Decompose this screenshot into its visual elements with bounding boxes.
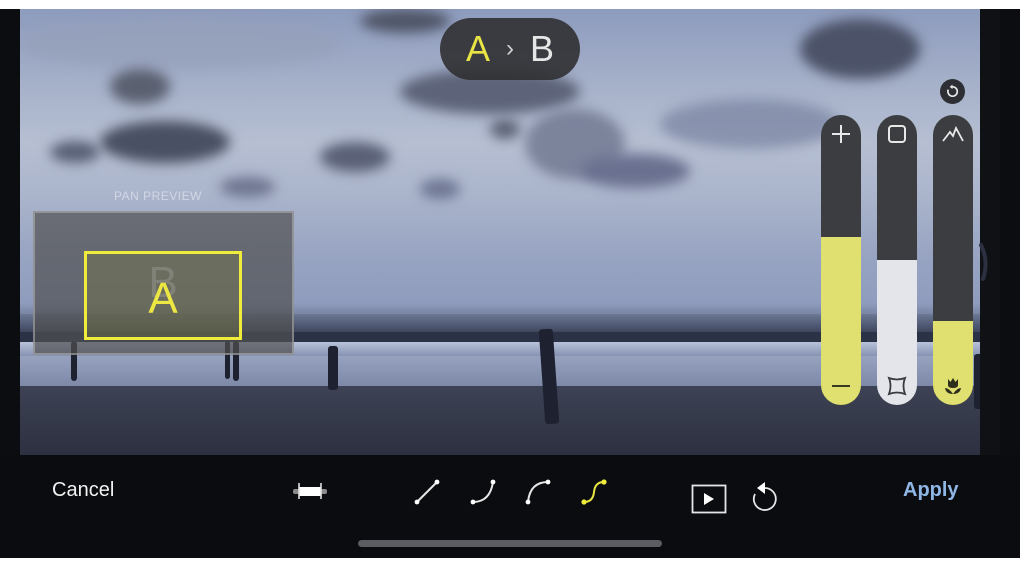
home-indicator[interactable] xyxy=(358,540,662,547)
curve-ease-in-out-button[interactable] xyxy=(577,475,611,509)
macro-flower-icon xyxy=(933,375,973,399)
cloud xyxy=(20,19,340,69)
cloud xyxy=(110,69,170,104)
curve-linear-button[interactable] xyxy=(410,475,444,509)
ease-in-curve-icon xyxy=(470,479,496,505)
cloud xyxy=(660,99,840,149)
mountain-icon xyxy=(933,123,973,147)
undo-button[interactable] xyxy=(748,479,782,515)
cloud xyxy=(220,177,275,197)
cloud xyxy=(800,19,920,79)
frame-size-slider[interactable] xyxy=(877,115,917,405)
cloud xyxy=(100,121,230,163)
linear-curve-icon xyxy=(414,479,440,505)
zoom-slider[interactable] xyxy=(821,115,861,405)
transition-arrow: › xyxy=(506,35,514,62)
cloud xyxy=(420,179,460,199)
cloud xyxy=(580,154,690,188)
screen-edge xyxy=(980,9,1000,455)
bottom-toolbar: Cancel Apply xyxy=(0,455,1020,558)
curve-ease-out-button[interactable] xyxy=(521,475,555,509)
undo-icon xyxy=(752,482,777,511)
start-frame-label: A xyxy=(148,273,178,323)
cloud xyxy=(490,119,520,139)
cloud xyxy=(320,142,390,172)
apply-button[interactable]: Apply xyxy=(903,479,959,502)
side-panel-toggle[interactable] xyxy=(978,241,992,283)
cancel-button[interactable]: Cancel xyxy=(52,479,114,502)
duration-button[interactable] xyxy=(290,479,330,503)
cloud xyxy=(50,141,100,163)
chevron-right-icon xyxy=(979,243,988,281)
plus-icon xyxy=(821,123,861,147)
person-silhouette xyxy=(328,346,338,390)
pan-preview-start-frame[interactable]: B A xyxy=(84,251,242,340)
duration-bar-icon xyxy=(293,483,327,499)
end-frame-label: B xyxy=(530,28,555,69)
transition-indicator[interactable]: A › B xyxy=(440,18,580,80)
reset-icon xyxy=(947,84,959,97)
concave-square-icon xyxy=(877,375,917,399)
ease-in-out-curve-icon xyxy=(581,479,607,505)
minus-icon xyxy=(821,375,861,399)
play-preview-icon xyxy=(691,484,727,514)
app-screen: A › B PAN PREVIEW B A Cancel Apply xyxy=(0,9,1020,558)
pan-preview-label: PAN PREVIEW xyxy=(114,189,202,203)
curve-ease-in-button[interactable] xyxy=(466,475,500,509)
play-preview-button[interactable] xyxy=(691,484,727,514)
ease-out-curve-icon xyxy=(525,479,551,505)
cloud xyxy=(360,9,450,33)
focus-slider[interactable] xyxy=(933,115,973,405)
square-icon xyxy=(877,123,917,147)
reset-button[interactable] xyxy=(940,79,965,104)
start-frame-label: A xyxy=(465,28,490,69)
